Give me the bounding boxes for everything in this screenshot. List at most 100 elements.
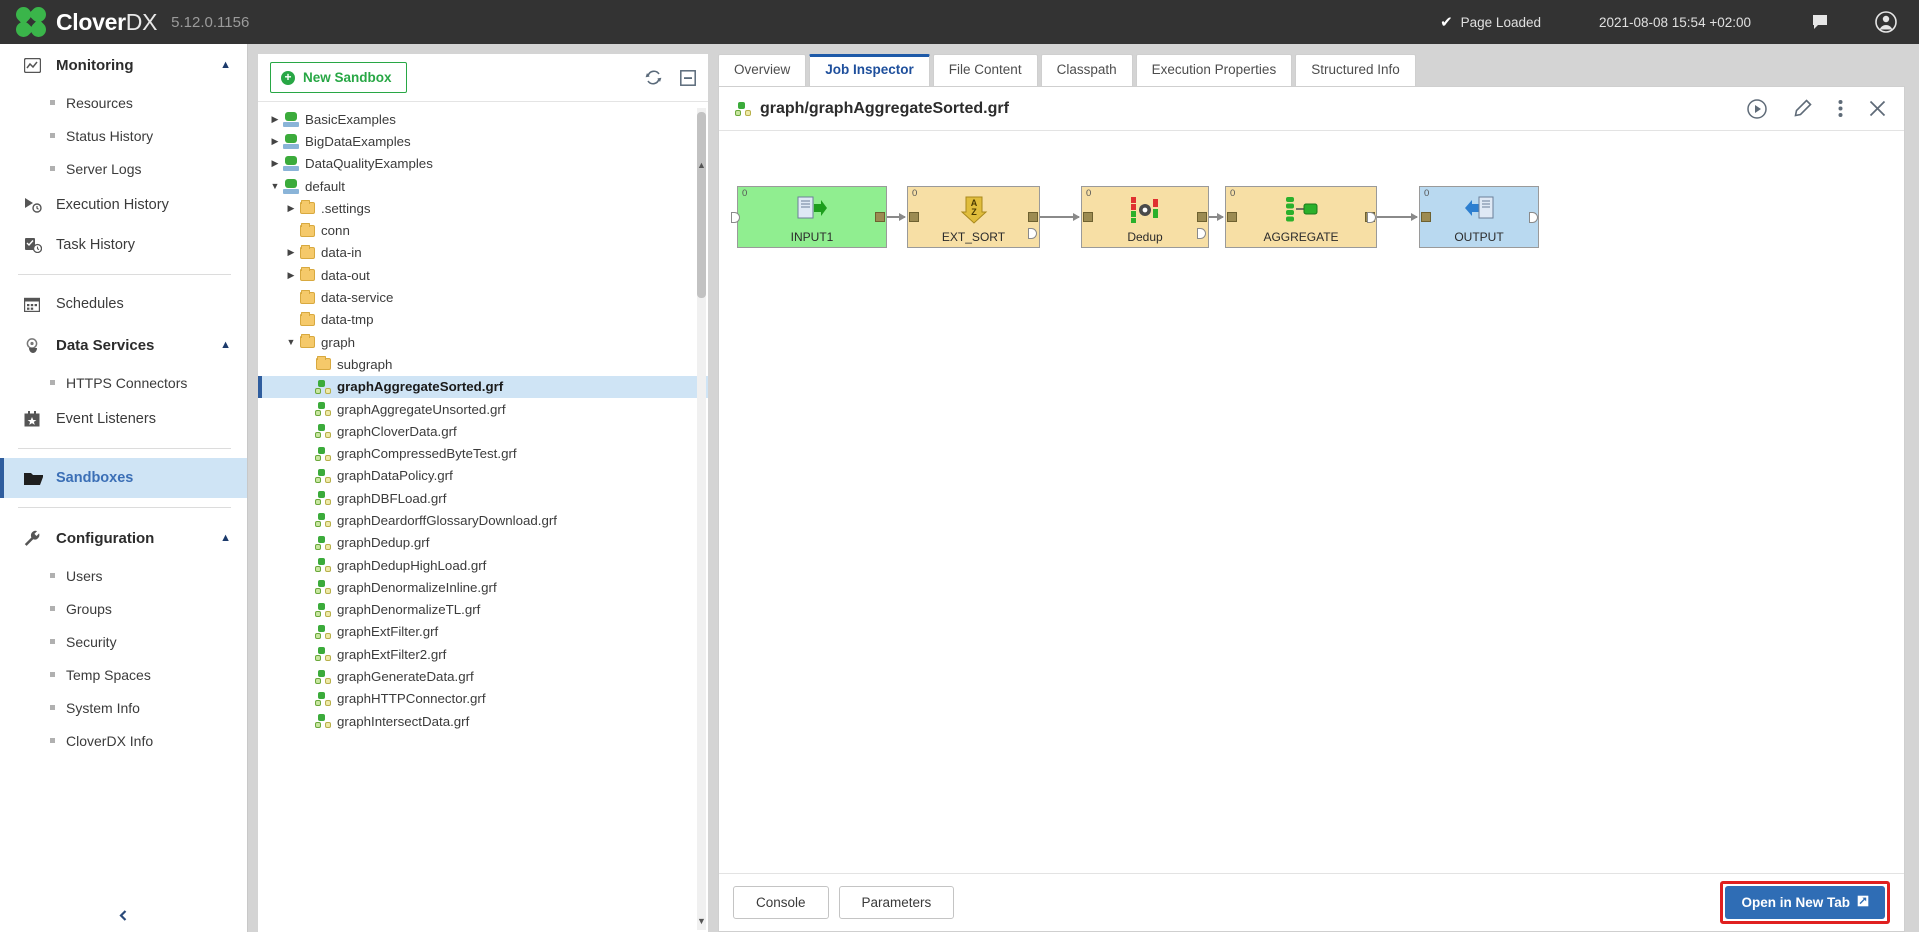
graph-edge[interactable] xyxy=(1377,213,1418,221)
graph-canvas[interactable]: 0 INPUT1 0 A Z EXT_SORT 0 Dedup 0 AGGREGATE 0 OUTPU… xyxy=(719,131,1904,873)
chevron-right-icon[interactable]: ▶ xyxy=(268,158,282,169)
sidebar-item-execution-history[interactable]: Execution History xyxy=(0,185,247,225)
tree-row[interactable]: graphAggregateUnsorted.grf xyxy=(258,398,708,420)
tree-scroll-up-icon[interactable]: ▲ xyxy=(696,160,707,170)
tree-row[interactable]: data-tmp xyxy=(258,309,708,331)
close-icon[interactable] xyxy=(1869,100,1886,117)
tree-row[interactable]: graphDBFLoad.grf xyxy=(258,487,708,509)
sidebar-item-event-listeners[interactable]: Event Listeners xyxy=(0,399,247,439)
sidebar-item-cloverdx-info[interactable]: CloverDX Info xyxy=(0,724,247,757)
chevron-down-icon[interactable]: ▼ xyxy=(268,181,282,191)
graph-edge[interactable] xyxy=(887,213,906,221)
sidebar-item-groups[interactable]: Groups xyxy=(0,592,247,625)
graph-edge[interactable] xyxy=(1209,213,1224,221)
sidebar-collapse-toggle[interactable] xyxy=(0,909,247,922)
chevron-right-icon[interactable]: ▶ xyxy=(284,203,298,214)
node-input-port[interactable] xyxy=(1083,212,1093,222)
tab-job-inspector[interactable]: Job Inspector xyxy=(809,54,930,86)
run-icon[interactable] xyxy=(1747,98,1767,119)
tree-row[interactable]: graphExtFilter.grf xyxy=(258,621,708,643)
tree-row[interactable]: graphHTTPConnector.grf xyxy=(258,688,708,710)
node-input-port[interactable] xyxy=(1227,212,1237,222)
chevron-right-icon[interactable]: ▶ xyxy=(284,247,298,258)
sidebar-item-status-history[interactable]: Status History xyxy=(0,119,247,152)
tab-execution-properties[interactable]: Execution Properties xyxy=(1135,54,1293,86)
refresh-icon[interactable] xyxy=(645,69,662,86)
graph-node-output[interactable]: 0 OUTPUT xyxy=(1419,186,1539,248)
message-icon[interactable] xyxy=(1811,13,1829,31)
brand-logo[interactable]: CloverDX 5.12.0.1156 xyxy=(0,3,249,41)
tree-row[interactable]: graphAggregateSorted.grf xyxy=(258,375,708,398)
graph-node-ext_sort[interactable]: 0 A Z EXT_SORT xyxy=(907,186,1040,248)
tree-row[interactable]: graphIntersectData.grf xyxy=(258,710,708,732)
tree-row[interactable]: ▼ graph xyxy=(258,331,708,353)
open-in-new-tab-button[interactable]: Open in New Tab xyxy=(1725,886,1885,919)
more-vertical-icon[interactable] xyxy=(1838,99,1843,118)
sidebar-item-https-connectors[interactable]: HTTPS Connectors xyxy=(0,366,247,399)
tree-row[interactable]: graphGenerateData.grf xyxy=(258,665,708,687)
sidebar-group-data-services[interactable]: Data Services ▲ xyxy=(0,324,247,366)
tree-row[interactable]: ▶ data-out xyxy=(258,264,708,286)
chevron-up-icon[interactable]: ▲ xyxy=(220,339,231,351)
tree-scrollbar[interactable] xyxy=(697,108,706,930)
tree-row[interactable]: ▶ data-in xyxy=(258,242,708,264)
graph-node-aggregate[interactable]: 0 AGGREGATE xyxy=(1225,186,1377,248)
main-tabs[interactable]: Overview Job Inspector File Content Classpa… xyxy=(718,54,1905,86)
tree-row[interactable]: data-service xyxy=(258,286,708,308)
tree-row[interactable]: graphDedup.grf xyxy=(258,532,708,554)
tree-row[interactable]: graphExtFilter2.grf xyxy=(258,643,708,665)
edit-pencil-icon[interactable] xyxy=(1793,99,1812,118)
tree-row[interactable]: ▶ BasicExamples xyxy=(258,108,708,130)
tree-row[interactable]: ▶ .settings xyxy=(258,197,708,219)
tree-row[interactable]: subgraph xyxy=(258,353,708,375)
graph-node-dedup[interactable]: 0 Dedup xyxy=(1081,186,1209,248)
sidebar-item-resources[interactable]: Resources xyxy=(0,86,247,119)
sidebar-item-system-info[interactable]: System Info xyxy=(0,691,247,724)
tree-scrollbar-thumb[interactable] xyxy=(697,112,706,298)
node-output-port[interactable] xyxy=(1197,212,1207,222)
chevron-up-icon[interactable]: ▲ xyxy=(220,532,231,544)
sidebar-group-monitoring[interactable]: Monitoring ▲ xyxy=(0,44,247,86)
tree-row[interactable]: graphCompressedByteTest.grf xyxy=(258,442,708,464)
sandbox-tree[interactable]: ▶ BasicExamples ▶ BigDataExamples ▶ DataQuali… xyxy=(258,102,708,932)
new-sandbox-button[interactable]: + New Sandbox xyxy=(270,62,407,93)
chevron-right-icon[interactable]: ▶ xyxy=(284,270,298,281)
tab-overview[interactable]: Overview xyxy=(718,54,807,86)
parameters-button[interactable]: Parameters xyxy=(838,886,955,919)
tree-row[interactable]: graphDeardorffGlossaryDownload.grf xyxy=(258,509,708,531)
chevron-up-icon[interactable]: ▲ xyxy=(220,59,231,71)
tree-row[interactable]: ▶ DataQualityExamples xyxy=(258,153,708,175)
node-output-port[interactable] xyxy=(875,212,885,222)
sidebar-item-sandboxes[interactable]: Sandboxes xyxy=(0,458,247,498)
node-input-port[interactable] xyxy=(909,212,919,222)
sidebar-group-configuration[interactable]: Configuration ▲ xyxy=(0,517,247,559)
node-output-port[interactable] xyxy=(1028,212,1038,222)
tree-row[interactable]: graphDenormalizeTL.grf xyxy=(258,599,708,621)
tree-row[interactable]: graphDedupHighLoad.grf xyxy=(258,554,708,576)
tree-scroll-down-icon[interactable]: ▼ xyxy=(696,916,707,926)
tab-structured-info[interactable]: Structured Info xyxy=(1295,54,1416,86)
chevron-right-icon[interactable]: ▶ xyxy=(268,114,282,125)
graph-node-input1[interactable]: 0 INPUT1 xyxy=(737,186,887,248)
sidebar-item-users[interactable]: Users xyxy=(0,559,247,592)
console-button[interactable]: Console xyxy=(733,886,829,919)
tree-row[interactable]: graphDenormalizeInline.grf xyxy=(258,576,708,598)
tab-file-content[interactable]: File Content xyxy=(932,54,1038,86)
sidebar-item-schedules[interactable]: Schedules xyxy=(0,284,247,324)
sidebar-item-server-logs[interactable]: Server Logs xyxy=(0,152,247,185)
tab-classpath[interactable]: Classpath xyxy=(1040,54,1133,86)
tree-row[interactable]: ▼ default xyxy=(258,175,708,197)
chevron-down-icon[interactable]: ▼ xyxy=(284,337,298,347)
node-input-port[interactable] xyxy=(1421,212,1431,222)
sidebar-item-security[interactable]: Security xyxy=(0,625,247,658)
sidebar-item-temp-spaces[interactable]: Temp Spaces xyxy=(0,658,247,691)
tree-row[interactable]: ▶ BigDataExamples xyxy=(258,130,708,152)
graph-edge[interactable] xyxy=(1040,213,1080,221)
tree-row[interactable]: graphDataPolicy.grf xyxy=(258,465,708,487)
sidebar-item-task-history[interactable]: Task History xyxy=(0,225,247,265)
collapse-all-icon[interactable] xyxy=(680,69,696,86)
chevron-right-icon[interactable]: ▶ xyxy=(268,136,282,147)
tree-row[interactable]: graphCloverData.grf xyxy=(258,420,708,442)
user-account-icon[interactable] xyxy=(1875,11,1897,33)
tree-row[interactable]: conn xyxy=(258,219,708,241)
